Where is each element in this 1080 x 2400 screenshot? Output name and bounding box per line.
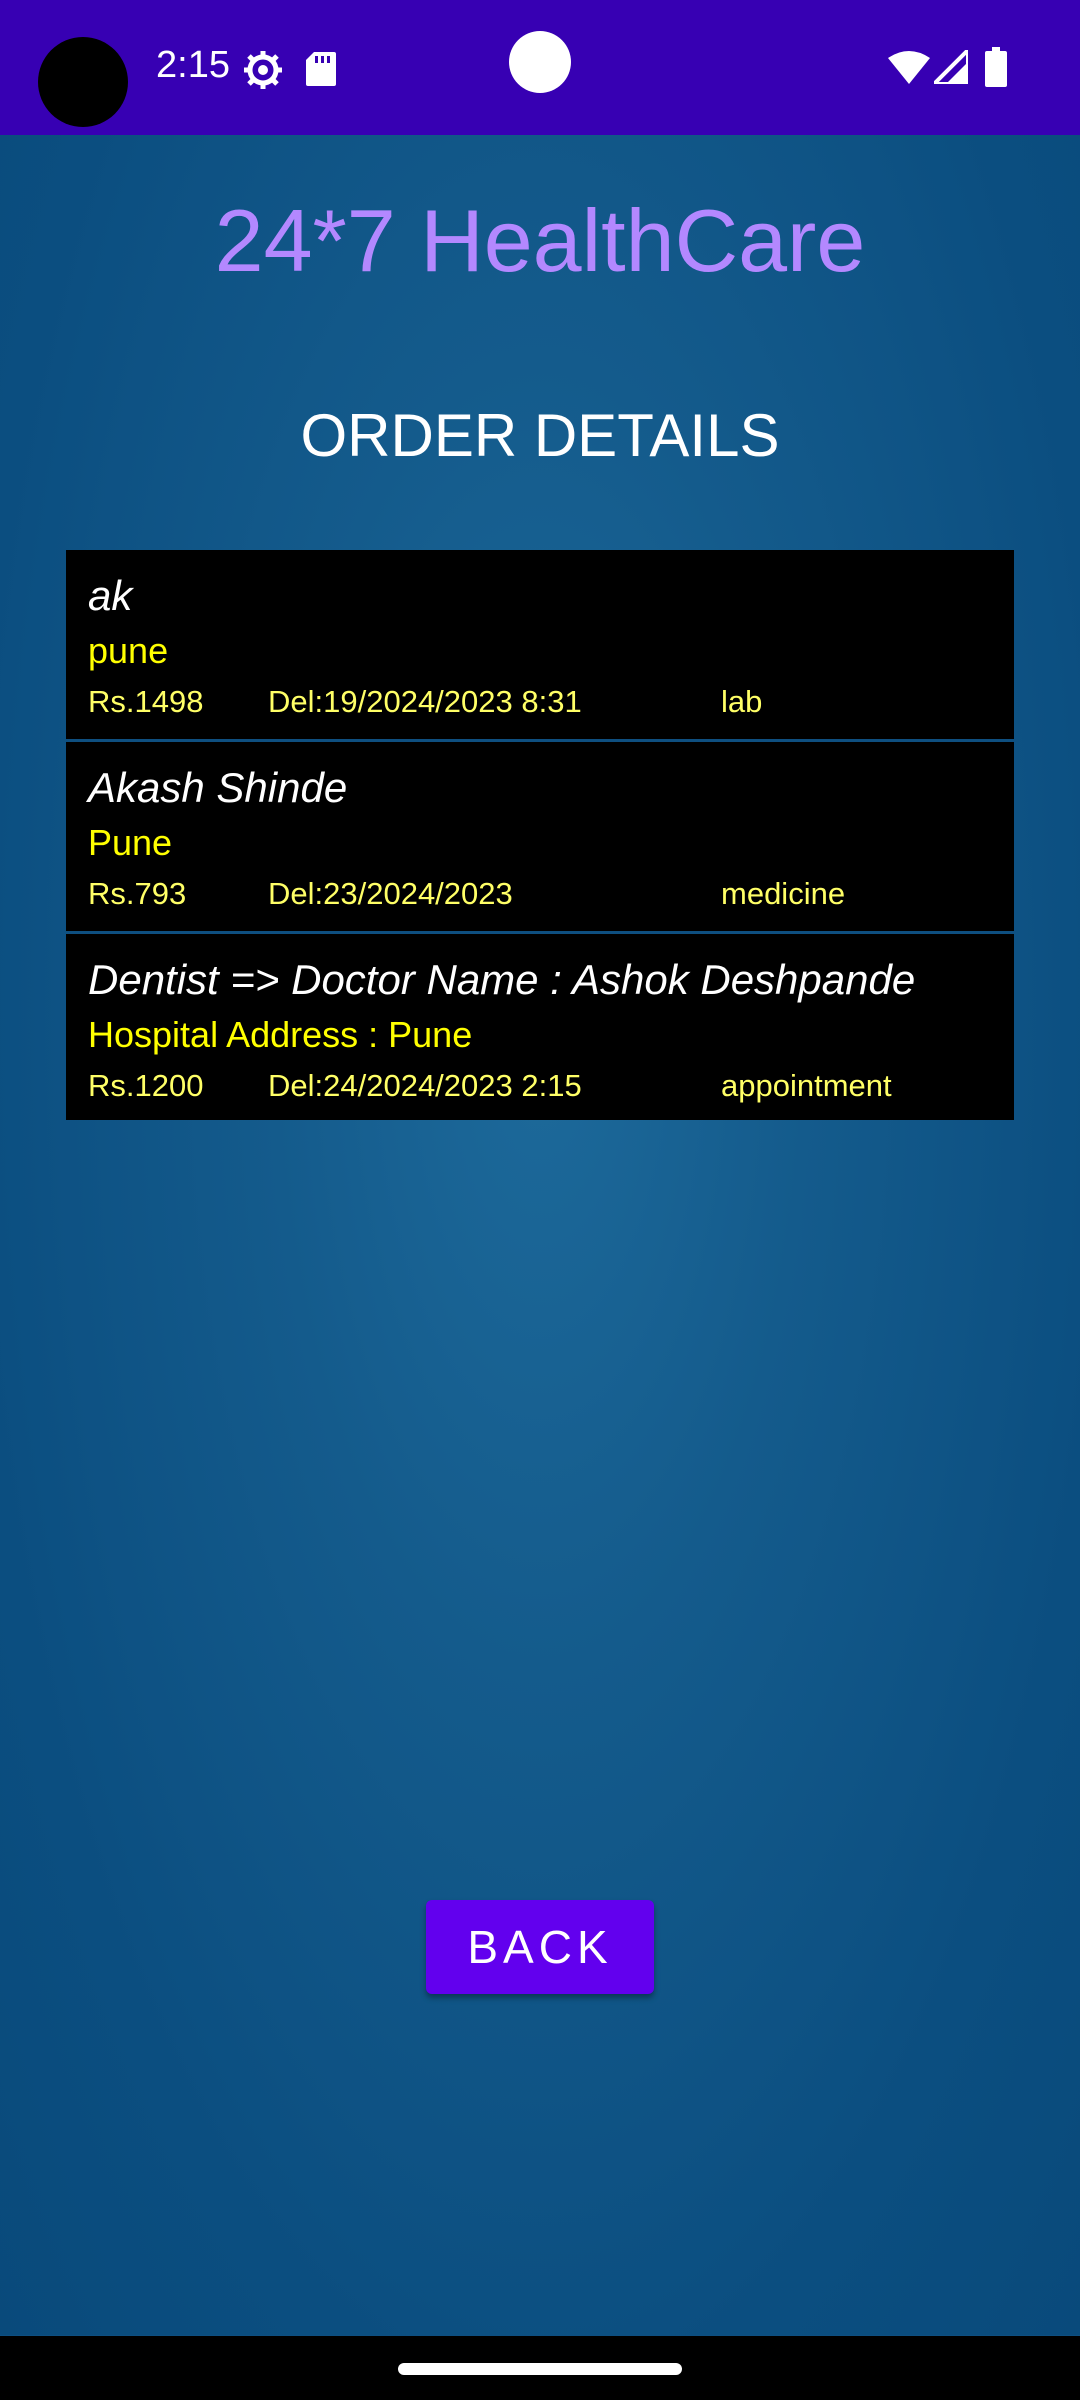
- settings-icon: [243, 50, 283, 90]
- camera-cutout: [38, 37, 128, 127]
- order-date: Del:23/2024/2023: [268, 876, 513, 911]
- list-item[interactable]: Akash Shinde Pune Rs.793 Del:23/2024/202…: [66, 742, 1014, 934]
- list-item[interactable]: ak pune Rs.1498 Del:19/2024/2023 8:31 la…: [66, 550, 1014, 742]
- app-title: 24*7 HealthCare: [214, 191, 866, 290]
- order-type: appointment: [721, 1068, 892, 1103]
- order-list: ak pune Rs.1498 Del:19/2024/2023 8:31 la…: [66, 550, 1014, 1120]
- order-title: Akash Shinde: [88, 764, 348, 811]
- list-item[interactable]: Dentist => Doctor Name : Ashok Deshpande…: [66, 934, 1014, 1120]
- sd-card-icon: [306, 52, 336, 86]
- battery-icon: [985, 47, 1007, 87]
- signal-icon: [929, 45, 970, 86]
- order-date: Del:19/2024/2023 8:31: [268, 684, 582, 719]
- order-price: Rs.1498: [88, 684, 204, 719]
- order-address: Pune: [88, 822, 173, 863]
- status-time: 2:15: [156, 44, 230, 86]
- order-type: lab: [721, 684, 763, 719]
- back-button[interactable]: BACK: [426, 1900, 654, 1994]
- order-price: Rs.793: [88, 876, 187, 911]
- order-date: Del:24/2024/2023 2:15: [268, 1068, 582, 1103]
- order-title: Dentist => Doctor Name : Ashok Deshpande: [88, 956, 916, 1003]
- order-address: pune: [88, 630, 169, 671]
- order-type: medicine: [721, 876, 846, 911]
- front-camera-dot: [509, 31, 571, 93]
- status-bar: 2:15: [0, 0, 1080, 135]
- wifi-icon: [888, 50, 930, 84]
- order-price: Rs.1200: [88, 1068, 204, 1103]
- order-title: ak: [88, 572, 133, 619]
- screen: 2:15 24*7 HealthCare ORDER DETAILS ak pu…: [0, 0, 1080, 2400]
- order-address: Hospital Address : Pune: [88, 1014, 473, 1055]
- home-indicator[interactable]: [398, 2363, 682, 2375]
- page-title: ORDER DETAILS: [300, 402, 780, 469]
